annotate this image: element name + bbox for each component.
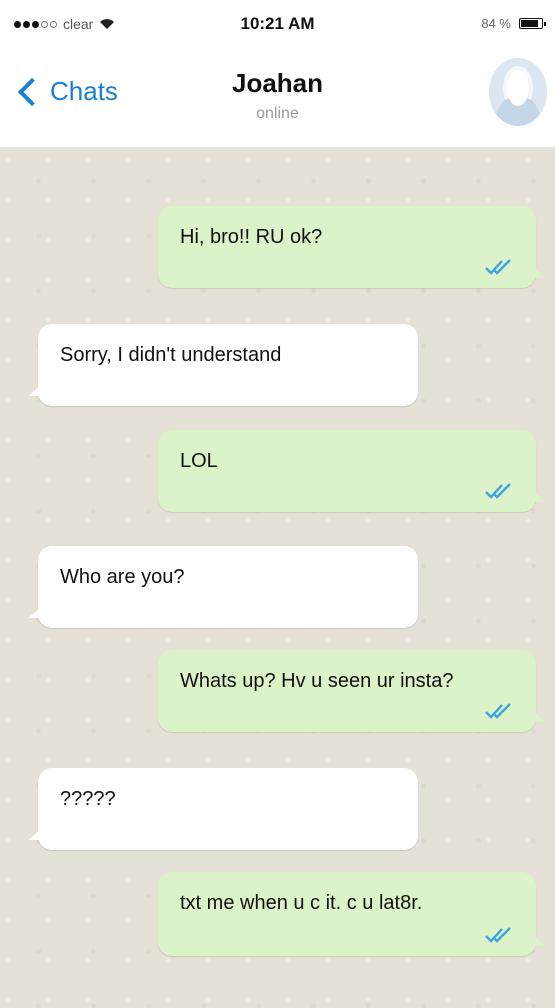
read-receipt-icon: [485, 927, 511, 943]
message-outgoing[interactable]: Hi, bro!! RU ok?: [158, 206, 546, 288]
contact-status: online: [256, 105, 299, 122]
read-receipt-icon: [485, 259, 511, 275]
message-text: Whats up? Hv u seen ur insta?: [180, 670, 454, 692]
status-time: 10:21 AM: [240, 14, 315, 33]
read-receipt-icon: [485, 483, 511, 499]
message-text: LOL: [180, 450, 218, 472]
avatar[interactable]: [489, 58, 547, 126]
person-icon: [489, 58, 547, 126]
message-text: Hi, bro!! RU ok?: [180, 226, 323, 248]
message-outgoing[interactable]: txt me when u c it. c u lat8r.: [158, 872, 546, 956]
message-text: Who are you?: [60, 566, 185, 588]
message-incoming[interactable]: ?????: [28, 768, 418, 850]
contact-name: Joahan: [231, 68, 324, 98]
read-receipt-icon: [485, 703, 511, 719]
message-text: txt me when u c it. c u lat8r.: [180, 892, 423, 914]
contact-title[interactable]: Joahan online: [0, 68, 555, 123]
chat-header: Chats Joahan online: [0, 50, 555, 148]
message-incoming[interactable]: Sorry, I didn't understand: [28, 324, 418, 406]
message-outgoing[interactable]: Whats up? Hv u seen ur insta?: [158, 650, 546, 732]
battery-icon: [519, 18, 546, 29]
battery-status: 84 %: [481, 16, 546, 31]
message-text: Sorry, I didn't understand: [60, 344, 282, 366]
message-text: ?????: [60, 788, 116, 810]
message-outgoing[interactable]: LOL: [158, 430, 546, 512]
battery-percent: 84 %: [481, 16, 511, 31]
message-incoming[interactable]: Who are you?: [28, 546, 418, 628]
status-bar: clear 10:21 AM 84 %: [0, 0, 555, 50]
message-list[interactable]: Hi, bro!! RU ok? Sorry, I didn't underst…: [0, 148, 555, 1008]
